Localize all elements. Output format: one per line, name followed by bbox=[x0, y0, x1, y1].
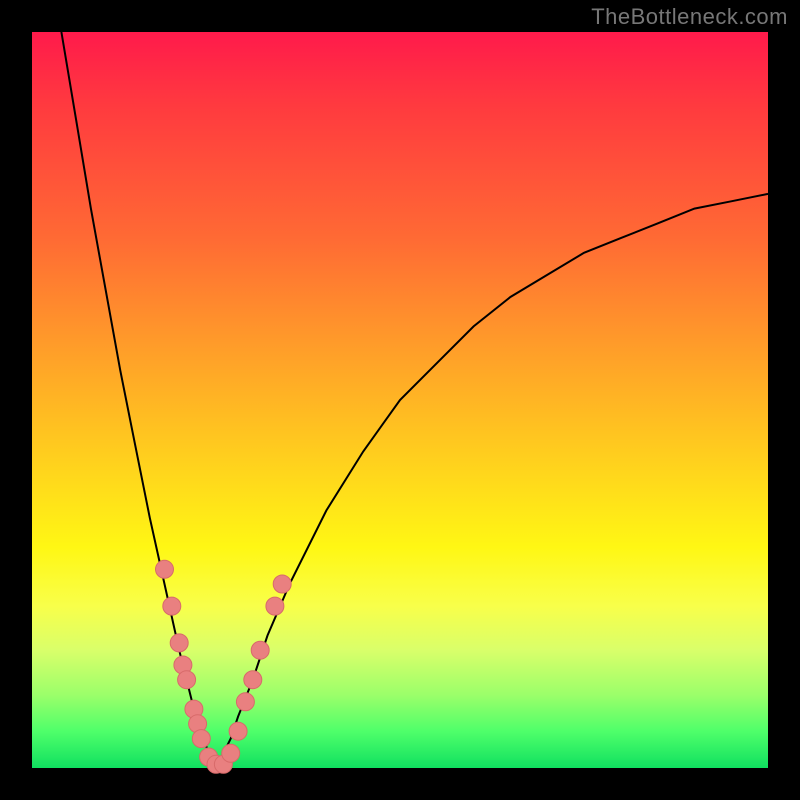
marker-group bbox=[156, 560, 292, 773]
data-marker bbox=[236, 693, 254, 711]
data-marker bbox=[192, 730, 210, 748]
data-marker bbox=[266, 597, 284, 615]
chart-frame: TheBottleneck.com bbox=[0, 0, 800, 800]
data-marker bbox=[156, 560, 174, 578]
data-marker bbox=[244, 671, 262, 689]
data-marker bbox=[170, 634, 188, 652]
watermark-text: TheBottleneck.com bbox=[591, 4, 788, 30]
curve-left bbox=[61, 32, 216, 768]
plot-area bbox=[32, 32, 768, 768]
data-marker bbox=[251, 641, 269, 659]
data-marker bbox=[229, 722, 247, 740]
data-marker bbox=[163, 597, 181, 615]
curve-group bbox=[61, 32, 768, 768]
chart-svg bbox=[32, 32, 768, 768]
curve-right bbox=[216, 194, 768, 768]
data-marker bbox=[273, 575, 291, 593]
data-marker bbox=[178, 671, 196, 689]
data-marker bbox=[222, 744, 240, 762]
